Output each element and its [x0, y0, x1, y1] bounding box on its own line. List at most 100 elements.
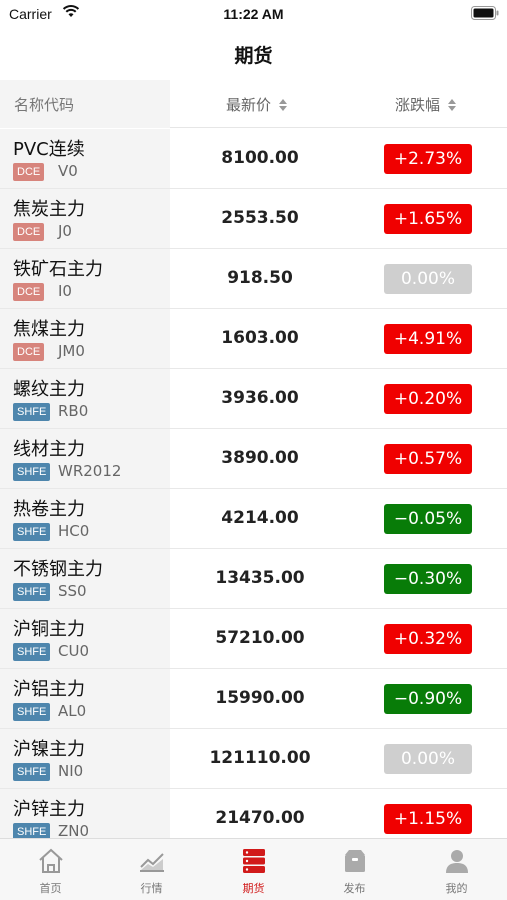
page-title: 期货 [234, 45, 273, 67]
tab-home[interactable]: 首页 [0, 839, 101, 900]
futures-server-icon [242, 849, 265, 873]
table-row[interactable]: 焦煤主力 DCE JM0 1603.00 +4.91% [0, 309, 507, 369]
latest-price: 4214.00 [221, 508, 299, 528]
table-row[interactable]: 焦炭主力 DCE J0 2553.50 +1.65% [0, 189, 507, 249]
latest-price: 15990.00 [215, 688, 305, 708]
tab-bar: 首页 行情 期货 发布 我的 [0, 838, 507, 900]
contract-name: 不锈钢主力 [13, 559, 103, 580]
contract-name: 铁矿石主力 [13, 259, 103, 280]
change-badge: +0.57% [384, 444, 472, 474]
exchange-badge: SHFE [13, 643, 51, 661]
contract-name: 热卷主力 [13, 499, 85, 520]
latest-price: 21470.00 [215, 808, 305, 828]
change-badge: −0.90% [384, 684, 472, 714]
change-badge: 0.00% [384, 744, 472, 774]
battery-icon [471, 6, 499, 20]
contract-code: V0 [58, 162, 78, 180]
tab-profile[interactable]: 我的 [406, 839, 507, 900]
name-cell: 螺纹主力 SHFE RB0 [0, 369, 170, 428]
home-icon [38, 848, 63, 873]
table-row[interactable]: 热卷主力 SHFE HC0 4214.00 −0.05% [0, 489, 507, 549]
table-row[interactable]: 铁矿石主力 DCE I0 918.50 0.00% [0, 249, 507, 309]
exchange-badge: SHFE [13, 403, 51, 421]
exchange-badge: SHFE [13, 583, 51, 601]
table-row[interactable]: 不锈钢主力 SHFE SS0 13435.00 −0.30% [0, 549, 507, 609]
exchange-badge: DCE [13, 223, 45, 241]
table-row[interactable]: 螺纹主力 SHFE RB0 3936.00 +0.20% [0, 369, 507, 429]
table-row[interactable]: PVC连续 DCE V0 8100.00 +2.73% [0, 129, 507, 189]
table-row[interactable]: 沪铜主力 SHFE CU0 57210.00 +0.32% [0, 609, 507, 669]
name-cell: 焦炭主力 DCE J0 [0, 189, 170, 248]
latest-price: 8100.00 [221, 148, 299, 168]
tab-label: 行情 [140, 882, 163, 895]
tab-label: 首页 [39, 882, 62, 895]
contract-code: NI0 [58, 762, 84, 780]
exchange-badge: DCE [13, 283, 45, 301]
name-cell: 不锈钢主力 SHFE SS0 [0, 549, 170, 608]
change-badge: −0.05% [384, 504, 472, 534]
sort-by-price-button[interactable]: 最新价 [226, 94, 287, 115]
latest-price: 2553.50 [221, 208, 299, 228]
sort-arrows-icon [278, 99, 287, 111]
change-badge: +0.20% [384, 384, 472, 414]
status-time: 11:22 AM [223, 6, 284, 22]
latest-price: 121110.00 [209, 748, 311, 768]
name-cell: 沪铜主力 SHFE CU0 [0, 609, 170, 668]
latest-price: 3890.00 [221, 448, 299, 468]
tab-futures[interactable]: 期货 [203, 839, 304, 900]
tab-label: 发布 [343, 882, 366, 895]
contract-code: HC0 [58, 522, 90, 540]
table-row[interactable]: 线材主力 SHFE WR2012 3890.00 +0.57% [0, 429, 507, 489]
exchange-badge: DCE [13, 163, 45, 181]
contract-name: 线材主力 [13, 439, 85, 460]
contract-code: AL0 [58, 702, 87, 720]
publish-box-icon [344, 850, 365, 872]
status-bar: Carrier 11:22 AM [0, 0, 507, 28]
contract-name: 沪铝主力 [13, 679, 85, 700]
latest-price: 57210.00 [215, 628, 305, 648]
exchange-badge: SHFE [13, 703, 51, 721]
change-badge: 0.00% [384, 264, 472, 294]
exchange-badge: DCE [13, 343, 45, 361]
sort-by-change-button[interactable]: 涨跌幅 [395, 94, 456, 115]
contract-name: 焦煤主力 [13, 319, 85, 340]
profile-icon [445, 850, 468, 873]
contract-code: I0 [58, 282, 72, 300]
contract-name: 沪锌主力 [13, 799, 85, 820]
table-row[interactable]: 沪镍主力 SHFE NI0 121110.00 0.00% [0, 729, 507, 789]
name-cell: 焦煤主力 DCE JM0 [0, 309, 170, 368]
tab-label: 我的 [445, 882, 468, 895]
contract-name: PVC连续 [13, 139, 85, 160]
name-cell: 热卷主力 SHFE HC0 [0, 489, 170, 548]
change-badge: +4.91% [384, 324, 472, 354]
change-badge: +1.65% [384, 204, 472, 234]
name-cell: PVC连续 DCE V0 [0, 129, 170, 188]
table-row[interactable]: 沪铝主力 SHFE AL0 15990.00 −0.90% [0, 669, 507, 729]
contract-name: 沪镍主力 [13, 739, 85, 760]
name-cell: 铁矿石主力 DCE I0 [0, 249, 170, 308]
nav-bar: 期货 [0, 28, 507, 80]
change-badge: +2.73% [384, 144, 472, 174]
name-cell: 沪镍主力 SHFE NI0 [0, 729, 170, 788]
latest-price: 3936.00 [221, 388, 299, 408]
market-chart-icon [139, 853, 164, 872]
contract-name: 螺纹主力 [13, 379, 85, 400]
exchange-badge: SHFE [13, 463, 51, 481]
table-header: 名称代码 最新价 涨跌幅 [0, 80, 507, 128]
contract-code: WR2012 [58, 462, 122, 480]
change-badge: −0.30% [384, 564, 472, 594]
contract-code: CU0 [58, 642, 89, 660]
change-badge: +0.32% [384, 624, 472, 654]
exchange-badge: SHFE [13, 523, 51, 541]
latest-price: 13435.00 [215, 568, 305, 588]
contract-code: SS0 [58, 582, 87, 600]
contract-code: JM0 [58, 342, 85, 360]
header-change-label: 涨跌幅 [395, 96, 441, 114]
sort-arrows-icon [447, 99, 456, 111]
latest-price: 918.50 [227, 268, 293, 288]
name-cell: 沪铝主力 SHFE AL0 [0, 669, 170, 728]
tab-market[interactable]: 行情 [101, 839, 202, 900]
tab-publish[interactable]: 发布 [304, 839, 405, 900]
contract-code: J0 [58, 222, 72, 240]
latest-price: 1603.00 [221, 328, 299, 348]
